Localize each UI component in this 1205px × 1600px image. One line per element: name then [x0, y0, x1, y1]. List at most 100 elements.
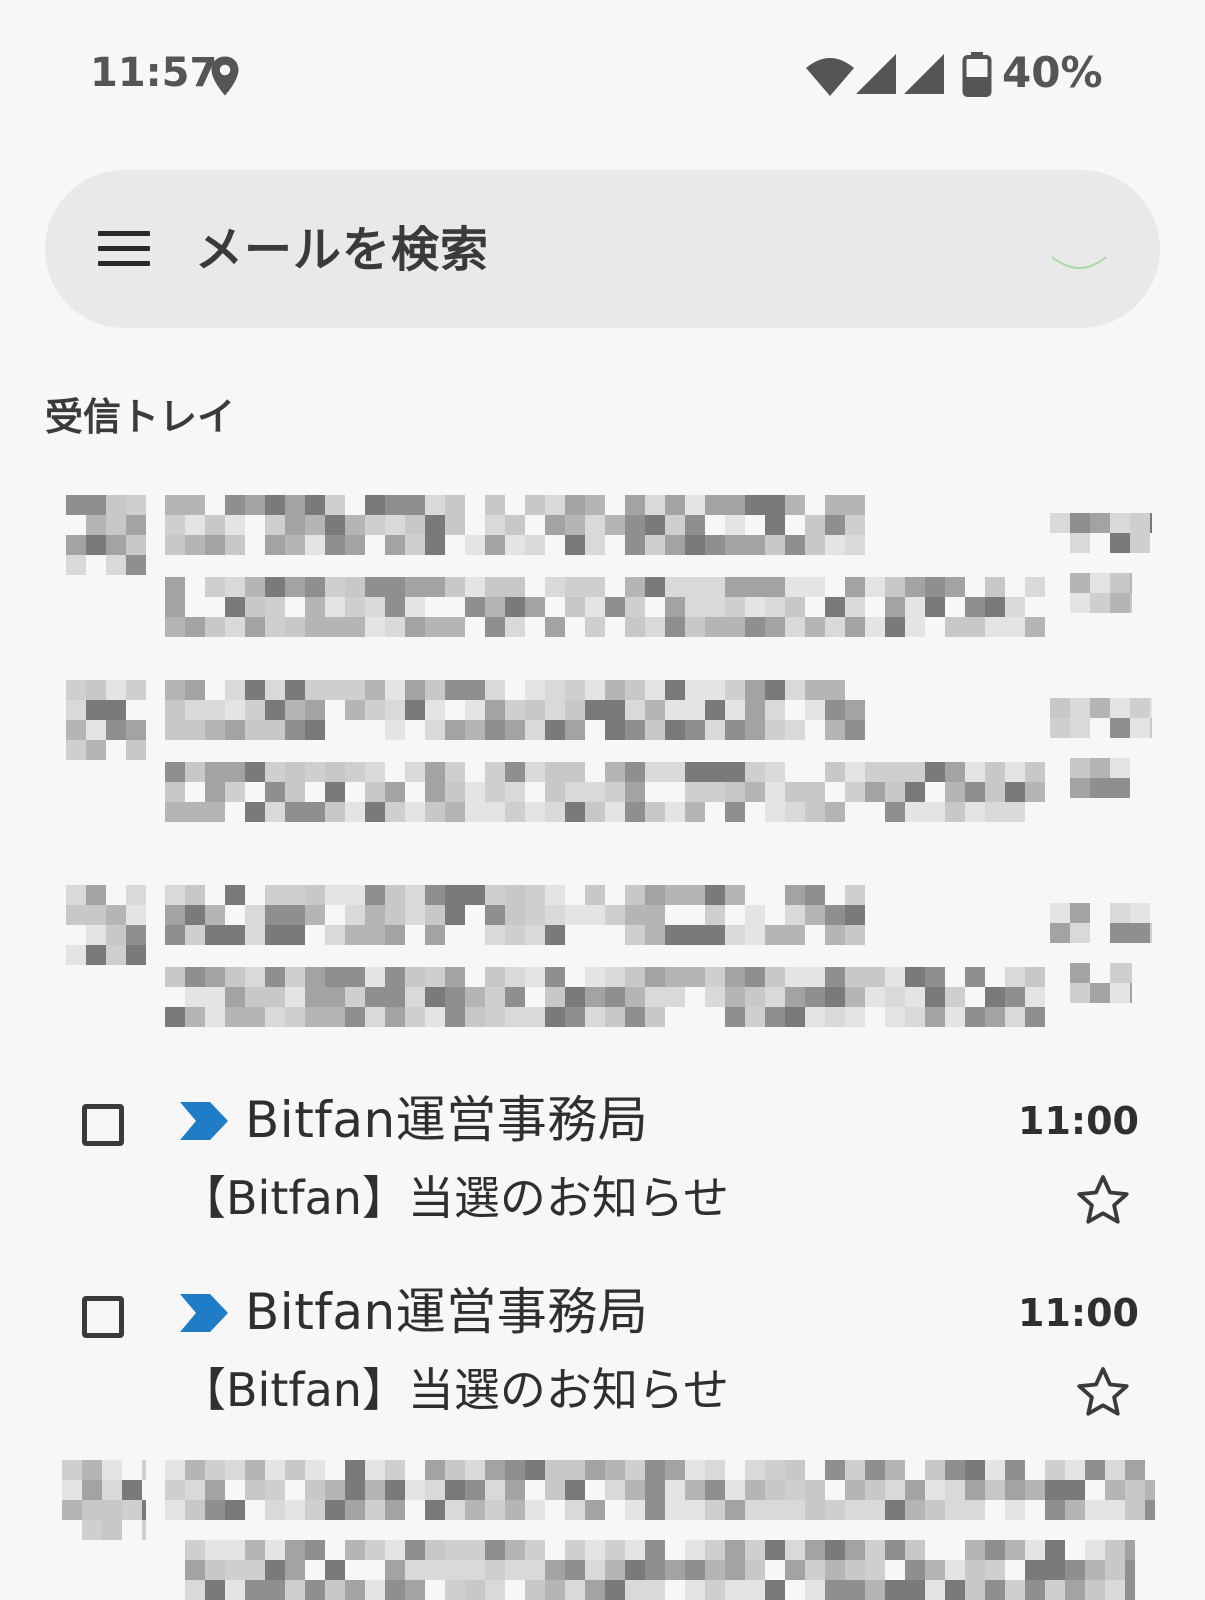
- redacted-pixel: [685, 967, 705, 987]
- mail-subject: 【Bitfan】当選のお知らせ: [180, 1171, 729, 1225]
- redacted-pixel: [365, 617, 385, 637]
- redacted-pixel: [126, 885, 146, 905]
- redacted-pixel: [66, 700, 86, 720]
- redacted-pixel: [745, 782, 765, 802]
- redacted-pixel: [605, 1560, 625, 1580]
- redacted-pixel: [765, 577, 785, 597]
- redacted-pixel: [985, 1540, 1005, 1560]
- redacted-pixel: [565, 515, 585, 535]
- redacted-pixel: [625, 1560, 645, 1580]
- redacted-pixel: [1150, 923, 1152, 943]
- redacted-pixel: [465, 597, 485, 617]
- redacted-pixel: [585, 967, 605, 987]
- redacted-pixel: [985, 1560, 1005, 1580]
- redacted-pixel: [765, 617, 785, 637]
- redacted-pixel: [205, 762, 225, 782]
- redacted-pixel: [625, 1480, 645, 1500]
- redacted-pixel: [785, 987, 805, 1007]
- redacted-pixel: [865, 617, 885, 637]
- redacted-pixel: [285, 885, 305, 905]
- redacted-pixel: [225, 720, 245, 740]
- redacted-pixel: [565, 905, 585, 925]
- redacted-pixel: [585, 905, 605, 925]
- redacted-pixel: [265, 720, 285, 740]
- redacted-pixel: [445, 782, 465, 802]
- redacted-pixel: [185, 905, 205, 925]
- redacted-pixel: [285, 1007, 305, 1027]
- redacted-pixel: [765, 680, 785, 700]
- redacted-pixel: [106, 925, 126, 945]
- redacted-pixel: [925, 597, 945, 617]
- redacted-pixel: [425, 495, 445, 515]
- menu-icon[interactable]: [98, 227, 150, 271]
- redacted-pixel: [1110, 513, 1130, 533]
- redacted-pixel: [825, 617, 845, 637]
- redacted-pixel: [665, 762, 685, 782]
- star-icon[interactable]: [1074, 1363, 1132, 1421]
- redacted-pixel: [985, 597, 1005, 617]
- redacted-pixel: [485, 1580, 505, 1600]
- redacted-pixel: [545, 925, 565, 945]
- redacted-pixel: [505, 987, 525, 1007]
- redacted-pixel: [585, 782, 605, 802]
- redacted-pixel: [845, 782, 865, 802]
- redacted-pixel: [545, 700, 565, 720]
- redacted-pixel: [385, 515, 405, 535]
- redacted-pixel: [765, 495, 785, 515]
- redacted-pixel: [425, 905, 445, 925]
- redacted-pixel: [665, 597, 685, 617]
- search-input[interactable]: メールを検索: [195, 220, 489, 280]
- redacted-pixel: [405, 680, 425, 700]
- redacted-pixel: [585, 802, 605, 822]
- redacted-pixel: [66, 720, 86, 740]
- redacted-pixel: [305, 680, 325, 700]
- redacted-pixel: [725, 495, 745, 515]
- redacted-pixel: [825, 720, 845, 740]
- redacted-pixel: [106, 495, 126, 515]
- redacted-pixel: [86, 885, 106, 905]
- redacted-pixel: [845, 762, 865, 782]
- redacted-pixel: [545, 495, 565, 515]
- redacted-pixel: [86, 905, 106, 925]
- redacted-pixel: [805, 577, 825, 597]
- star-icon[interactable]: [1074, 1171, 1132, 1229]
- redacted-pixel: [645, 535, 665, 555]
- redacted-pixel: [965, 597, 985, 617]
- account-avatar[interactable]: [1050, 255, 1110, 285]
- redacted-pixel: [645, 1580, 665, 1600]
- signal-icon: [856, 54, 896, 94]
- mail-row[interactable]: Bitfan運営事務局 【Bitfan】当選のお知らせ 11:00: [0, 1252, 1205, 1442]
- redacted-pixel: [545, 1560, 565, 1580]
- redacted-pixel: [405, 1580, 425, 1600]
- redacted-pixel: [905, 597, 925, 617]
- redacted-pixel: [365, 802, 385, 822]
- redacted-pixel: [745, 700, 765, 720]
- redacted-pixel: [1130, 513, 1150, 533]
- mail-row[interactable]: Bitfan運営事務局 【Bitfan】当選のお知らせ 11:00: [0, 1060, 1205, 1250]
- redacted-pixel: [165, 535, 185, 555]
- redacted-pixel: [585, 597, 605, 617]
- redacted-pixel: [485, 1480, 505, 1500]
- redacted-pixel: [1050, 903, 1070, 923]
- redacted-pixel: [485, 700, 505, 720]
- redacted-pixel: [225, 495, 245, 515]
- redacted-pixel: [126, 515, 146, 535]
- mail-checkbox[interactable]: [82, 1104, 124, 1146]
- redacted-pixel: [1070, 963, 1090, 983]
- redacted-pixel: [605, 802, 625, 822]
- redacted-pixel: [1070, 573, 1090, 593]
- redacted-pixel: [142, 1500, 146, 1520]
- redacted-pixel: [66, 555, 86, 575]
- redacted-pixel: [525, 1560, 545, 1580]
- redacted-pixel: [525, 762, 545, 782]
- redacted-pixel: [425, 967, 445, 987]
- redacted-pixel: [106, 905, 126, 925]
- redacted-pixel: [445, 1460, 465, 1480]
- redacted-pixel: [525, 885, 545, 905]
- redacted-pixel: [885, 987, 905, 1007]
- mail-checkbox[interactable]: [82, 1296, 124, 1338]
- redacted-pixel: [385, 905, 405, 925]
- search-bar[interactable]: メールを検索: [45, 170, 1160, 328]
- redacted-pixel: [245, 925, 265, 945]
- redacted-pixel: [425, 802, 445, 822]
